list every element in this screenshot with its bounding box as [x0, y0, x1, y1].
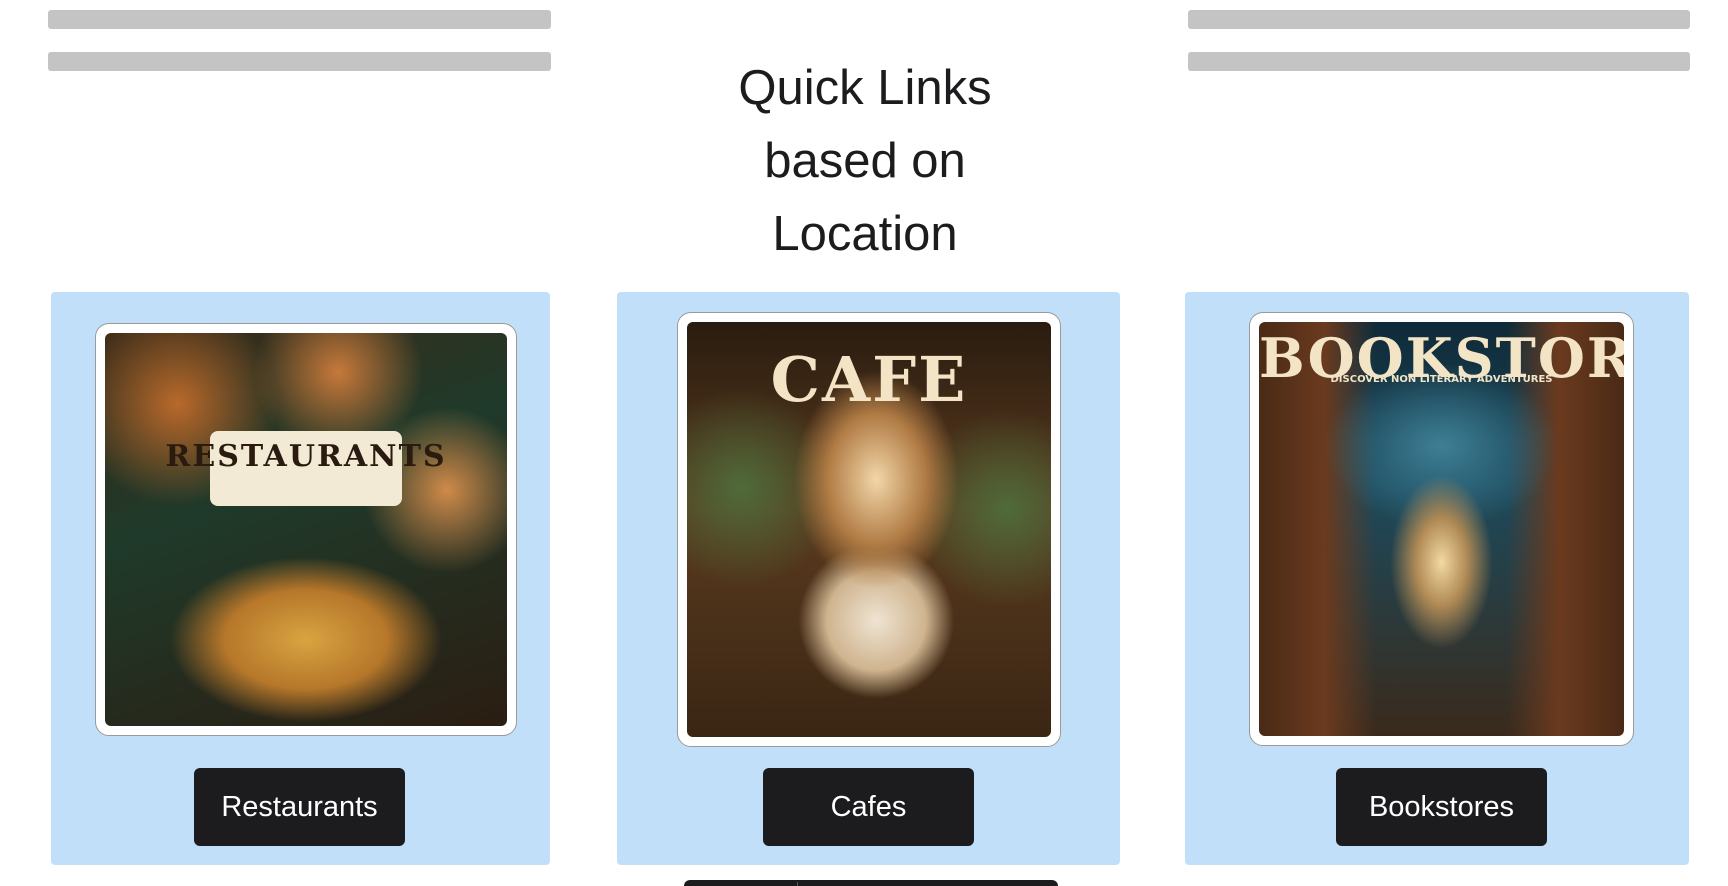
page-title: Quick Links based on Location [660, 52, 1070, 271]
title-line-1: Quick Links [738, 61, 992, 115]
cafes-button[interactable]: Cafes [763, 768, 974, 846]
bookstores-image-frame[interactable]: BOOKSTORES DISCOVER NON LITERARY ADVENTU… [1249, 312, 1634, 746]
cafes-card: CAFE Cafes [617, 292, 1120, 865]
bookstores-button[interactable]: Bookstores [1336, 768, 1547, 846]
placeholder-line-left-1 [48, 10, 551, 29]
bottom-toolbar[interactable] [684, 880, 1058, 886]
restaurants-button[interactable]: Restaurants [194, 768, 405, 846]
restaurants-poster-image: RESTAURANTS [105, 333, 507, 726]
restaurants-card: RESTAURANTS Restaurants [51, 292, 550, 865]
title-line-2: based on [764, 134, 966, 188]
cafes-image-frame[interactable]: CAFE [677, 312, 1061, 747]
toolbar-divider [797, 882, 798, 886]
cafes-poster-image: CAFE [687, 322, 1051, 737]
title-line-3: Location [772, 207, 958, 261]
bookstores-card: BOOKSTORES DISCOVER NON LITERARY ADVENTU… [1185, 292, 1689, 865]
bookstores-poster-image: BOOKSTORES DISCOVER NON LITERARY ADVENTU… [1259, 322, 1624, 736]
bookstores-poster-subtext: DISCOVER NON LITERARY ADVENTURES [1330, 373, 1553, 385]
placeholder-line-right-1 [1188, 10, 1690, 29]
restaurants-image-frame[interactable]: RESTAURANTS [95, 323, 517, 736]
placeholder-line-left-2 [48, 52, 551, 71]
cafes-poster-text: CAFE [770, 342, 968, 416]
placeholder-line-right-2 [1188, 52, 1690, 71]
restaurants-poster-text: RESTAURANTS [165, 439, 447, 475]
